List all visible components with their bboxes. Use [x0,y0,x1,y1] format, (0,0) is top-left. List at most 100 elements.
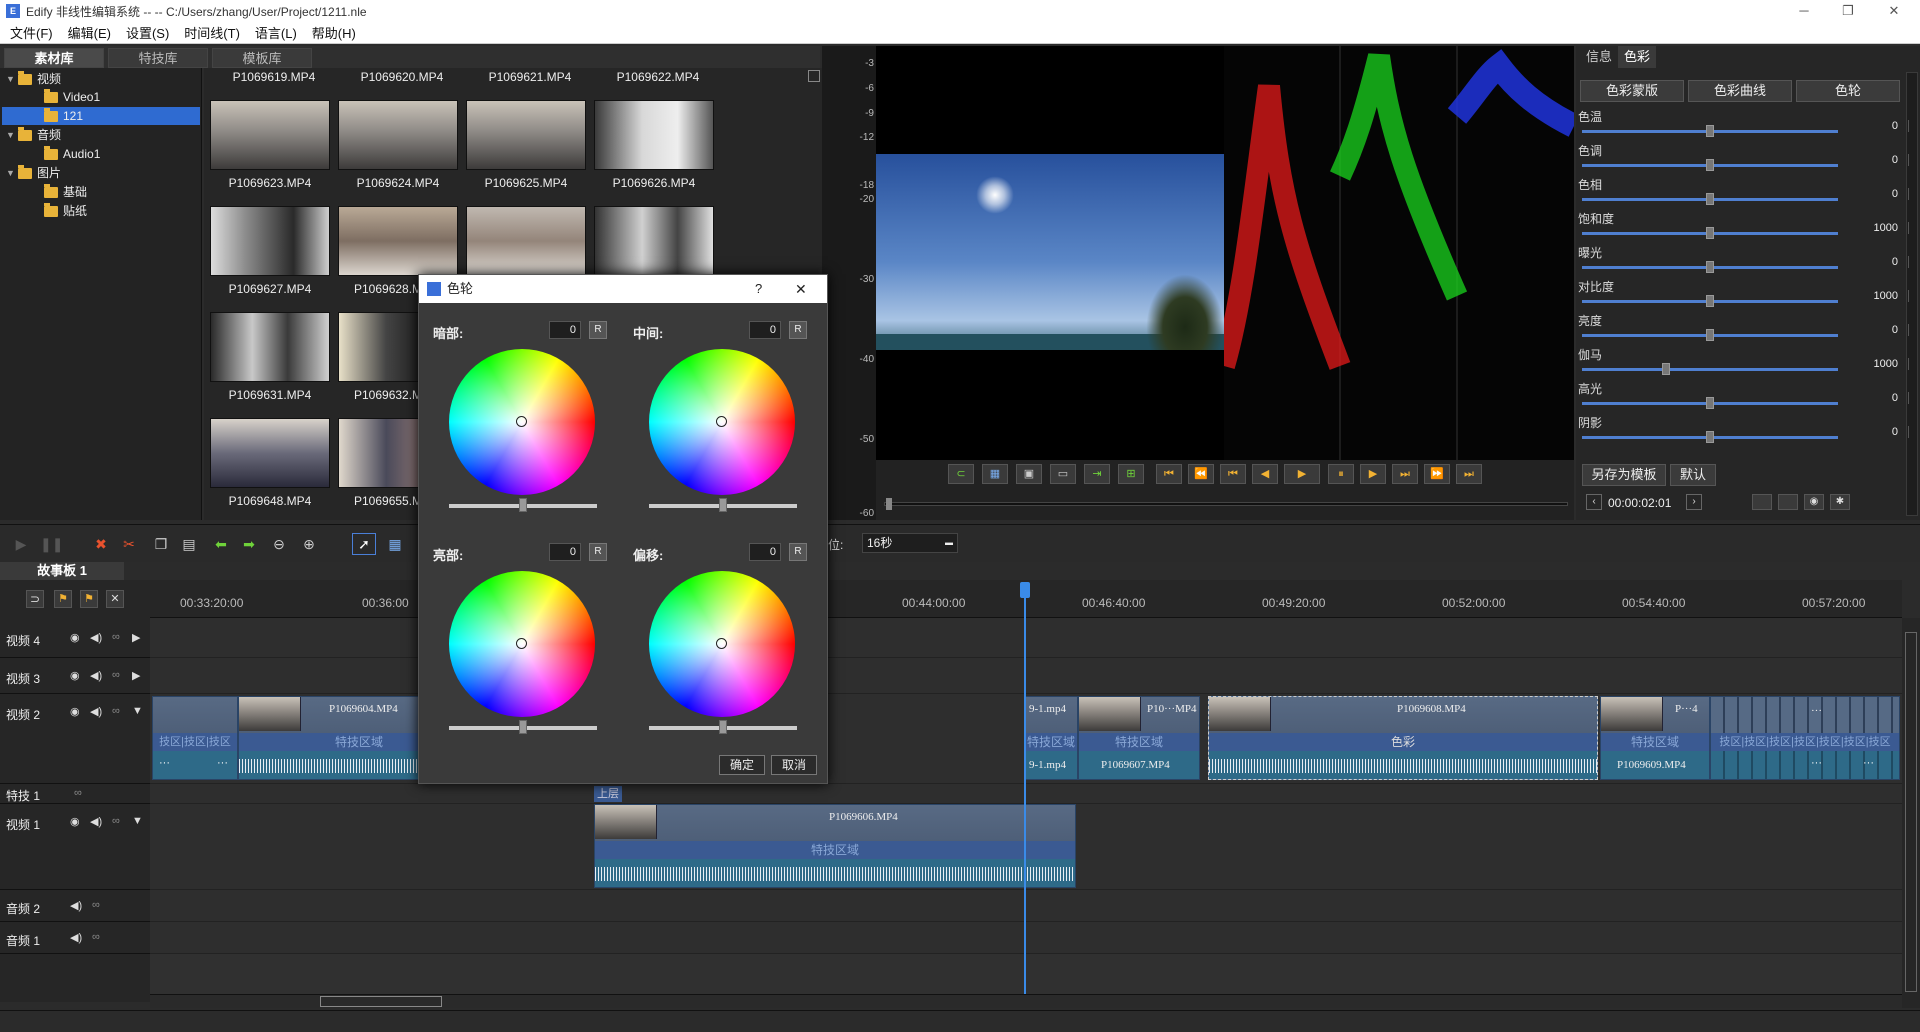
highlights-value[interactable]: 0 [549,543,581,561]
param-slider-knob[interactable] [1706,431,1714,443]
tree-item-audio[interactable]: ▼ 音频 [6,126,196,144]
clip-p1069604[interactable]: P1069604.MP4 特技区域 [238,696,420,780]
link-icon[interactable]: ∞ [74,787,82,799]
slider-knob[interactable] [719,720,727,734]
tab-info[interactable]: 信息 [1580,46,1618,68]
expand-arrow-icon[interactable]: ▶ [132,631,140,644]
param-slider-knob[interactable] [1706,261,1714,273]
slider-knob[interactable] [519,498,527,512]
undo-icon[interactable]: ⬅ [212,535,230,553]
shadows-slider[interactable] [449,498,597,512]
grid-expand-icon[interactable] [808,70,820,82]
clip-p1069609[interactable]: P···4 特技区域 P1069609.MP4 [1600,696,1710,780]
color-curves-button[interactable]: 色彩曲线 [1688,80,1792,102]
play-icon[interactable]: ▶ [12,535,30,553]
redo-icon[interactable]: ➡ [240,535,258,553]
param-value[interactable]: 0 [1838,426,1898,438]
link-icon[interactable]: ∞ [92,931,100,943]
param-slider-knob[interactable] [1706,125,1714,137]
param-slider-knob[interactable] [1706,329,1714,341]
collapse-arrow-icon[interactable]: ▼ [132,705,143,717]
shadows-value[interactable]: 0 [549,321,581,339]
in-out-icon[interactable]: ⇥ [1084,464,1110,484]
param-slider-knob[interactable] [1662,363,1671,375]
prev-edit-icon[interactable]: ⏮ [1220,464,1246,484]
lane-video1[interactable]: P1069606.MP4 特技区域 [150,804,1902,890]
speaker-icon[interactable]: ◀) [70,931,82,944]
link-icon[interactable]: ∞ [92,899,100,911]
param-slider-knob[interactable] [1706,227,1714,239]
media-label[interactable]: P1069625.MP4 [464,176,588,190]
keyframe-add-icon[interactable] [1752,494,1772,510]
media-label[interactable]: P1069622.MP4 [596,70,720,84]
media-thumbnail[interactable] [210,312,330,382]
wheel-center-handle[interactable] [716,638,727,649]
cancel-button[interactable]: 取消 [771,755,817,775]
tab-template-library[interactable]: 模板库 [212,48,312,68]
step-back-icon[interactable]: ◀ [1252,464,1278,484]
menu-help[interactable]: 帮助(H) [312,23,356,42]
maximize-icon[interactable]: ❐ [1828,0,1868,22]
param-slider-knob[interactable] [1706,295,1714,307]
copy-icon[interactable]: ❐ [152,535,170,553]
menu-language[interactable]: 语言(L) [255,23,297,42]
wheel-center-handle[interactable] [516,416,527,427]
offset-value[interactable]: 0 [749,543,781,561]
zoom-out-icon[interactable]: ⊖ [270,535,288,553]
expand-arrow-icon[interactable]: ▶ [132,669,140,682]
ok-button[interactable]: 确定 [719,755,765,775]
fx-upper-label[interactable]: 上层 [594,786,622,802]
media-label[interactable]: P1069624.MP4 [336,176,460,190]
media-thumbnail[interactable] [594,206,714,276]
vscroll-thumb[interactable] [1905,632,1917,992]
help-icon[interactable]: ? [755,275,762,303]
eye-icon[interactable]: ◉ [70,815,80,828]
media-thumbnail[interactable] [466,100,586,170]
param-spinner-icon[interactable] [1908,426,1920,438]
loop-icon[interactable]: ⊂ [948,464,974,484]
param-slider-knob[interactable] [1706,159,1714,171]
settings-icon[interactable]: ✱ [1830,494,1850,510]
param-value[interactable]: 0 [1838,256,1898,268]
playhead[interactable] [1024,582,1026,994]
media-label[interactable]: P1069627.MP4 [208,282,332,296]
preview-scrubber[interactable] [884,502,1568,506]
lane-audio1[interactable] [150,922,1902,954]
storyboard-tab[interactable]: 故事板 1 [0,562,124,580]
shadows-wheel[interactable] [449,349,595,495]
fullscreen-icon[interactable]: ▣ [1016,464,1042,484]
timecode-next-icon[interactable]: › [1686,494,1702,510]
speaker-icon[interactable]: ◀) [90,669,102,682]
tab-color[interactable]: 色彩 [1618,46,1657,68]
tree-item-basic[interactable]: 基础 [44,183,194,201]
highlights-wheel[interactable] [449,571,595,717]
pause-icon[interactable]: ❚❚ [40,535,63,553]
delete-icon[interactable]: ✖ [92,535,110,553]
speaker-icon[interactable]: ◀) [90,705,102,718]
scrubber-handle[interactable] [886,498,892,510]
menu-settings[interactable]: 设置(S) [126,23,169,42]
lane-video3[interactable] [150,658,1902,694]
default-button[interactable]: 默认 [1670,464,1716,486]
param-spinner-icon[interactable] [1908,358,1920,370]
clip-p1069606[interactable]: P1069606.MP4 特技区域 [594,804,1076,888]
timeline-vscrollbar[interactable] [1902,618,1920,1008]
media-thumbnail[interactable] [466,206,586,276]
tree-item-video[interactable]: ▼ 视频 [6,70,196,88]
shadows-reset-button[interactable]: R [589,321,607,339]
media-label[interactable]: P1069631.MP4 [208,388,332,402]
link-icon[interactable]: ∞ [112,815,120,827]
param-spinner-icon[interactable] [1908,154,1920,166]
wheel-center-handle[interactable] [716,416,727,427]
midtones-reset-button[interactable]: R [789,321,807,339]
midtones-value[interactable]: 0 [749,321,781,339]
media-label[interactable]: P1069623.MP4 [208,176,332,190]
close-icon[interactable]: ✕ [1874,0,1914,22]
tree-item-121[interactable]: 121 [2,107,200,125]
tree-item-audio1[interactable]: Audio1 [44,145,194,163]
param-value[interactable]: 0 [1838,120,1898,132]
speaker-icon[interactable]: ◀) [90,631,102,644]
tree-item-stickers[interactable]: 贴纸 [44,202,194,220]
menu-file[interactable]: 文件(F) [10,23,53,42]
param-spinner-icon[interactable] [1908,324,1920,336]
